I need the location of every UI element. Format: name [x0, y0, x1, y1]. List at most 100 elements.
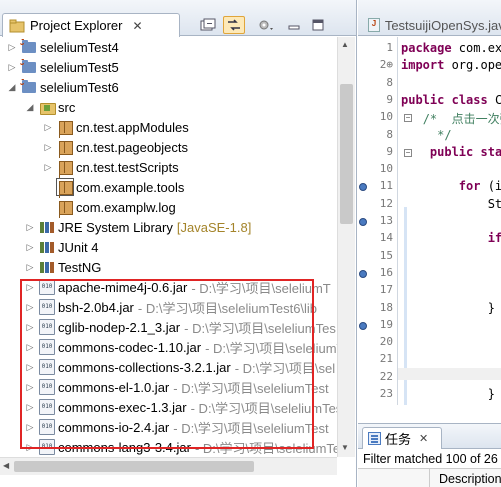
expanded-twistie-icon[interactable]: ◢ — [24, 101, 36, 113]
code-line[interactable]: package com.exa — [401, 41, 501, 55]
line-number: 8 — [386, 75, 393, 89]
collapsed-twistie-icon[interactable]: ▷ — [24, 421, 36, 433]
collapsed-twistie-icon[interactable]: ▷ — [24, 361, 36, 373]
collapsed-twistie-icon[interactable]: ▷ — [24, 381, 36, 393]
tree-item[interactable]: com.examplw.log — [42, 197, 176, 217]
expanded-twistie-icon[interactable]: ◢ — [6, 81, 18, 93]
collapsed-twistie-icon[interactable]: ▷ — [24, 261, 36, 273]
tree-item-label: bsh-2.0b4.jar — [58, 299, 134, 315]
collapse-all-button[interactable] — [197, 16, 219, 34]
java-editor[interactable]: 12⊕8910891011121314151617181920212223242… — [358, 37, 501, 405]
tasks-tab-title: 任务 — [385, 432, 412, 447]
collapsed-twistie-icon[interactable]: ▷ — [24, 441, 36, 453]
code-line[interactable]: Str — [401, 197, 501, 211]
editor-horizontal-scrollbar[interactable] — [398, 368, 501, 380]
tree-item[interactable]: ◢ JseleliumTest6 — [6, 77, 119, 97]
editor-tab-testsuiji[interactable]: J TestsuijiOpenSys.java — [362, 13, 501, 37]
tree-item[interactable]: ▷ commons-exec-1.3.jar- D:\学习\项目\selelium… — [24, 397, 340, 417]
code-line[interactable]: if — [401, 231, 501, 245]
line-number-gutter: 12⊕8910891011121314151617181920212223242… — [371, 37, 412, 405]
link-with-editor-icon — [228, 19, 240, 31]
view-menu-button[interactable] — [255, 16, 277, 34]
tree-item[interactable]: ▷ JRE System Library [JavaSE-1.8] — [24, 217, 252, 237]
line-number: 21 — [379, 352, 393, 366]
collapsed-twistie-icon[interactable]: ▷ — [6, 41, 18, 53]
tree-item-decoration: - D:\学习\项目\seleliumT — [191, 280, 331, 296]
tree-item[interactable]: ▷ commons-codec-1.10.jar- D:\学习\项目\seleli… — [24, 337, 340, 357]
tree-item[interactable]: ▷ JUnit 4 — [24, 237, 99, 257]
code-line[interactable]: public stat — [401, 145, 501, 159]
jar-icon — [39, 279, 55, 295]
scroll-thumb[interactable] — [340, 84, 353, 224]
code-line[interactable]: } — [401, 387, 495, 401]
empty-twistie — [42, 181, 54, 193]
tree-item[interactable]: ▷ commons-lang3-3.4.jar- D:\学习\项目\seleliu… — [24, 437, 340, 457]
tree-item[interactable]: ▷ commons-el-1.0.jar- D:\学习\项目\seleliumTe… — [24, 377, 329, 397]
tree-item-decoration: - D:\学习\项目\seleliumTest — [173, 420, 329, 436]
project-explorer-title: Project Explorer — [30, 18, 123, 33]
close-icon[interactable]: ✕ — [132, 19, 142, 33]
tree-item[interactable]: ▷ cn.test.testScripts — [42, 157, 179, 177]
collapsed-twistie-icon[interactable]: ▷ — [6, 61, 18, 73]
link-with-editor-button[interactable] — [223, 16, 245, 34]
tree-vertical-scrollbar[interactable]: ▲ ▼ — [337, 37, 355, 457]
tasks-tab[interactable]: 任务 ✕ — [362, 427, 442, 449]
collapsed-twistie-icon[interactable]: ▷ — [24, 241, 36, 253]
tree-item[interactable]: ◢ src — [24, 97, 75, 117]
project-explorer-tab[interactable]: Project Explorer ✕ — [2, 13, 180, 37]
line-number: 15 — [379, 248, 393, 262]
minimize-button[interactable] — [283, 16, 305, 34]
tree-item-decoration: [JavaSE-1.8] — [176, 219, 252, 235]
tree-item-label: JUnit 4 — [58, 239, 99, 255]
tree-item[interactable]: com.example.tools — [42, 177, 184, 197]
code-line[interactable]: */ — [401, 128, 451, 142]
code-line[interactable]: } e — [401, 301, 501, 315]
tree-item-decoration: - D:\学习\项目\seleliumTes — [184, 320, 336, 336]
scroll-up-icon[interactable]: ▲ — [341, 40, 349, 49]
tree-item[interactable]: ▷ bsh-2.0b4.jar- D:\学习\项目\seleliumTest6\l… — [24, 297, 317, 317]
tree-item[interactable]: ▷ commons-collections-3.2.1.jar- D:\学习\项目… — [24, 357, 335, 377]
collapsed-twistie-icon[interactable]: ▷ — [42, 141, 54, 153]
code-line[interactable]: for (in — [401, 179, 501, 193]
tree-item-decoration: - D:\学习\项目\sel — [234, 360, 336, 376]
tree-item[interactable]: ▷ cn.test.appModules — [42, 117, 189, 137]
breakpoint-marker-icon[interactable] — [359, 218, 367, 226]
collapsed-twistie-icon[interactable]: ▷ — [24, 281, 36, 293]
tree-item[interactable]: ▷ commons-io-2.4.jar- D:\学习\项目\seleliumTe… — [24, 417, 329, 437]
close-icon[interactable]: ✕ — [419, 432, 428, 445]
column-description[interactable]: Description — [439, 472, 501, 486]
line-number: 9 — [386, 144, 393, 158]
horizontal-scroll-thumb[interactable] — [14, 461, 254, 472]
code-line[interactable]: import org.open — [401, 58, 501, 72]
collapsed-twistie-icon[interactable]: ▷ — [42, 161, 54, 173]
library-icon — [39, 219, 55, 235]
collapse-all-icon — [200, 18, 216, 31]
line-number: 24 — [371, 404, 393, 405]
tree-item[interactable]: ▷ cn.test.pageobjects — [42, 137, 188, 157]
scroll-down-icon[interactable]: ▼ — [341, 443, 349, 452]
tree-item-label: seleliumTest6 — [40, 79, 119, 95]
collapsed-twistie-icon[interactable]: ▷ — [24, 221, 36, 233]
maximize-button[interactable] — [307, 16, 329, 34]
tree-item[interactable]: ▷ cglib-nodep-2.1_3.jar- D:\学习\项目\seleliu… — [24, 317, 336, 337]
collapsed-twistie-icon[interactable]: ▷ — [24, 301, 36, 313]
breakpoint-marker-icon[interactable] — [359, 269, 367, 278]
tree-item-decoration: - D:\学习\项目\seleliumTe — [194, 440, 340, 456]
tree-item[interactable]: ▷ JseleliumTest5 — [6, 57, 119, 77]
tree-item-label: commons-el-1.0.jar — [58, 379, 170, 395]
tree-item[interactable]: ▷ JseleliumTest4 — [6, 37, 119, 57]
code-line[interactable]: /* 点击一次弹 — [401, 110, 501, 127]
tasks-table-header: Description — [358, 468, 501, 487]
tree-item[interactable]: ▷ TestNG — [24, 257, 102, 277]
collapsed-twistie-icon[interactable]: ▷ — [24, 321, 36, 333]
jar-icon — [39, 339, 55, 355]
tree-horizontal-scrollbar[interactable]: ◀ — [0, 457, 337, 475]
scroll-left-icon[interactable]: ◀ — [3, 461, 9, 470]
tree-item[interactable]: ▷ apache-mime4j-0.6.jar- D:\学习\项目\seleliu… — [24, 277, 331, 297]
collapsed-twistie-icon[interactable]: ▷ — [24, 401, 36, 413]
code-line[interactable]: public class Cl — [401, 93, 501, 107]
collapsed-twistie-icon[interactable]: ▷ — [24, 341, 36, 353]
breakpoint-marker-icon[interactable] — [359, 183, 367, 192]
breakpoint-marker-icon[interactable] — [359, 321, 367, 330]
collapsed-twistie-icon[interactable]: ▷ — [42, 121, 54, 133]
